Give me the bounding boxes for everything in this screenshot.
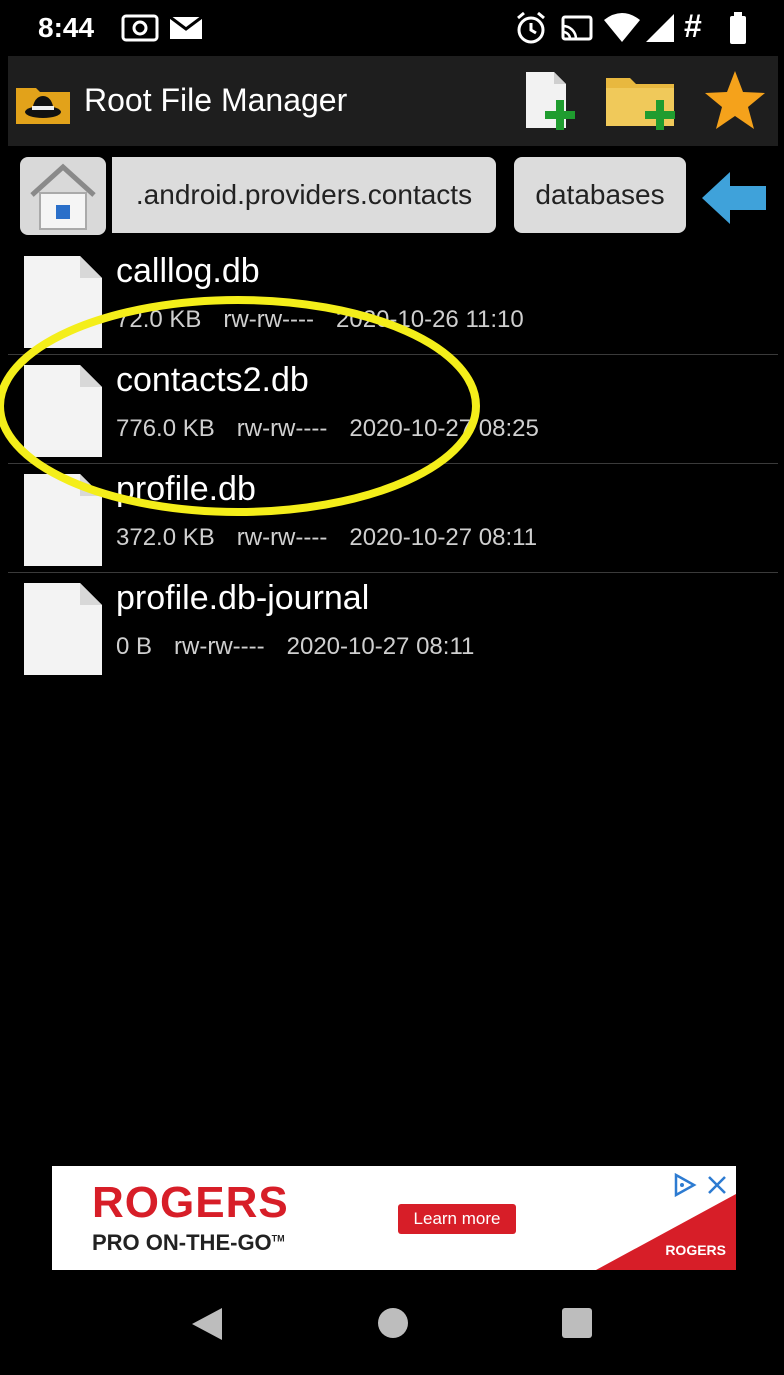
file-icon <box>24 583 102 675</box>
file-icon <box>24 256 102 348</box>
ad-brand: ROGERS <box>92 1178 289 1227</box>
ad-tagline: PRO ON-THE-GOTM <box>92 1230 285 1255</box>
navigation-bar <box>8 1276 778 1375</box>
breadcrumb-segment-databases[interactable]: databases <box>514 157 686 233</box>
nav-recents-icon[interactable] <box>562 1308 592 1338</box>
file-name: contacts2.db <box>116 361 309 399</box>
file-row[interactable]: profile.db 372.0 KB rw-rw---- 2020-10-27 0… <box>8 464 778 573</box>
screenshot-icon <box>121 14 159 42</box>
new-folder-icon[interactable] <box>602 70 682 134</box>
status-time: 8:44 <box>38 12 95 43</box>
app-title: Root File Manager <box>84 82 348 118</box>
file-size: 776.0 KB <box>116 415 215 442</box>
file-permissions: rw-rw---- <box>174 633 265 660</box>
adchoices-icon[interactable] <box>672 1172 700 1198</box>
file-icon <box>24 474 102 566</box>
app-bar: Root File Manager <box>8 56 778 146</box>
email-icon <box>169 15 203 39</box>
file-size: 72.0 KB <box>116 306 202 333</box>
home-button[interactable] <box>20 157 106 235</box>
house-icon <box>30 163 96 230</box>
file-size: 0 B <box>116 633 153 660</box>
breadcrumb: .android.providers.contacts databases <box>8 146 778 244</box>
alarm-icon <box>517 11 545 44</box>
file-meta: 372.0 KB rw-rw---- 2020-10-27 08:11 <box>116 524 559 552</box>
file-date: 2020-10-27 08:11 <box>286 633 475 660</box>
battery-icon <box>730 12 746 44</box>
ad-close-icon[interactable] <box>706 1174 728 1196</box>
file-permissions: rw-rw---- <box>223 306 315 333</box>
ad-red-corner <box>596 1194 736 1270</box>
new-file-icon[interactable] <box>520 70 584 134</box>
ad-logo: ROGERS <box>665 1242 726 1258</box>
hat-app-icon <box>16 88 70 124</box>
file-name: profile.db <box>116 470 256 508</box>
file-row[interactable]: contacts2.db 776.0 KB rw-rw---- 2020-10-27… <box>8 355 778 464</box>
file-date: 2020-10-27 08:25 <box>349 415 539 442</box>
file-meta: 0 B rw-rw---- 2020-10-27 08:11 <box>116 633 496 661</box>
file-icon <box>24 365 102 457</box>
file-row[interactable]: profile.db-journal 0 B rw-rw---- 2020-10-2… <box>8 573 778 681</box>
breadcrumb-segment-contacts[interactable]: .android.providers.contacts <box>112 157 496 233</box>
file-permissions: rw-rw---- <box>236 524 328 551</box>
nav-home-icon[interactable] <box>378 1308 408 1338</box>
back-arrow-icon[interactable] <box>700 170 768 226</box>
file-meta: 72.0 KB rw-rw---- 2020-10-26 11:10 <box>116 306 546 334</box>
star-icon[interactable] <box>702 68 768 134</box>
nav-back-icon[interactable] <box>190 1306 224 1342</box>
file-meta: 776.0 KB rw-rw---- 2020-10-27 08:25 <box>116 415 561 443</box>
signal-icon <box>646 14 674 42</box>
learn-more-button[interactable]: Learn more <box>398 1204 516 1234</box>
file-name: profile.db-journal <box>116 579 370 617</box>
ad-banner[interactable]: ROGERS PRO ON-THE-GOTM Learn more ROGERS <box>52 1166 736 1270</box>
wifi-icon <box>604 13 640 42</box>
file-date: 2020-10-26 11:10 <box>336 306 524 333</box>
hash-icon: # <box>684 8 702 44</box>
file-size: 372.0 KB <box>116 524 215 551</box>
file-row[interactable]: calllog.db 72.0 KB rw-rw---- 2020-10-26 11… <box>8 246 778 355</box>
file-name: calllog.db <box>116 252 260 290</box>
file-permissions: rw-rw---- <box>236 415 328 442</box>
status-bar: 8:44 # <box>8 0 778 56</box>
phone-screen: 8:44 # Root File Manager .android.provid… <box>0 0 778 1375</box>
cast-icon <box>561 15 593 41</box>
file-date: 2020-10-27 08:11 <box>349 524 538 551</box>
